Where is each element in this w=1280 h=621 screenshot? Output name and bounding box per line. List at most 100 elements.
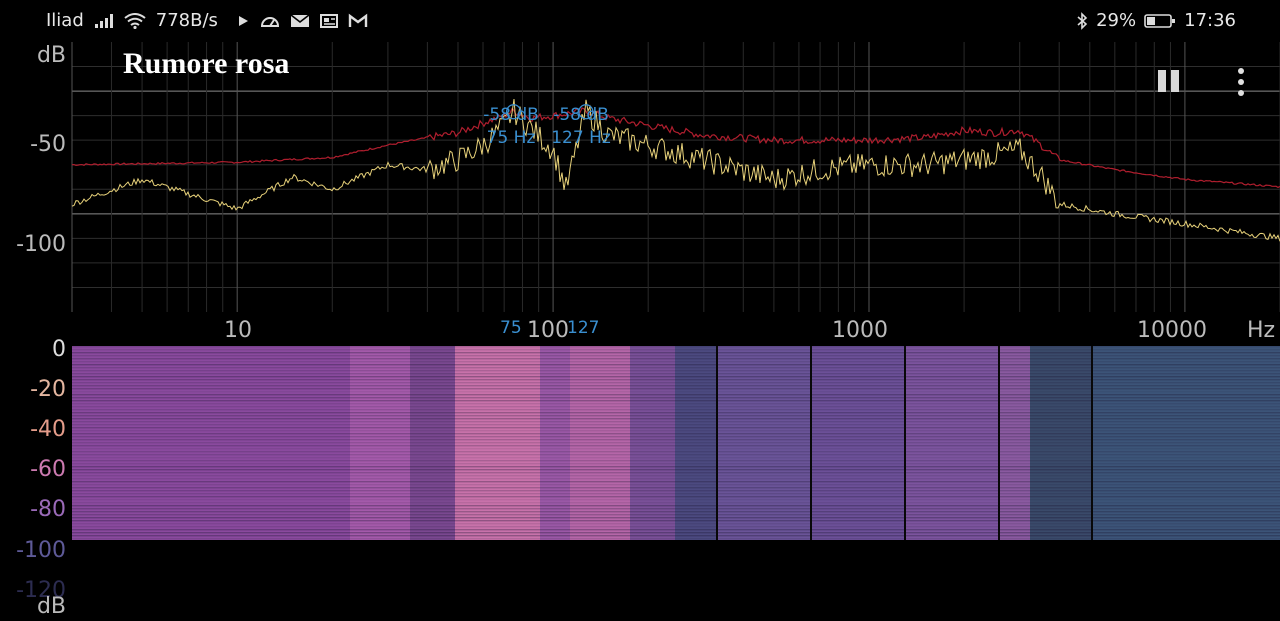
spectrogram-streak	[72, 535, 1280, 537]
signal-icon	[94, 13, 113, 28]
peak-label-2: -58 dB 127 Hz	[546, 104, 616, 150]
carrier-name: Iliad	[46, 10, 84, 31]
spectrogram-scale-label: -100	[16, 538, 66, 563]
spectrogram-gap	[810, 346, 812, 540]
wifi-icon	[124, 12, 146, 29]
spectrogram-streak	[72, 499, 1280, 501]
peak-freq: 127 Hz	[551, 128, 611, 148]
spectrogram-streak	[72, 400, 1280, 402]
spectrogram-streak	[72, 505, 1280, 507]
spectrogram-streak	[72, 475, 1280, 477]
spectrogram-streak	[72, 373, 1280, 375]
spectrogram-streak	[72, 523, 1280, 525]
spectrogram-streak	[72, 532, 1280, 534]
spectrogram-streak	[72, 481, 1280, 483]
spectrogram-streak	[72, 526, 1280, 528]
spectrogram-gap	[1091, 346, 1093, 540]
spectrogram-streak	[72, 424, 1280, 426]
spectrogram-streak	[72, 514, 1280, 516]
pause-button[interactable]	[1150, 62, 1186, 102]
spectrogram-streak	[72, 487, 1280, 489]
spectrogram-gap	[904, 346, 906, 540]
spectrogram-scale-label: -60	[30, 457, 66, 482]
pause-icon	[1171, 70, 1179, 92]
spectrum-analyzer[interactable]: dB -50 -100 10 100 1000 10000 Hz -58 dB …	[0, 40, 1280, 344]
spectrum-plot[interactable]	[0, 40, 1280, 344]
spectrogram-streak	[72, 418, 1280, 420]
spectrogram-streak	[72, 397, 1280, 399]
network-speed: 778B/s	[155, 10, 218, 31]
spectrogram-streak	[72, 370, 1280, 372]
spectrogram-streak	[72, 469, 1280, 471]
spectrogram-streak	[72, 403, 1280, 405]
peak-db: -58 dB	[553, 105, 609, 125]
spectrogram-streak	[72, 415, 1280, 417]
spectrogram-gap	[716, 346, 718, 540]
spectrogram-streak	[72, 433, 1280, 435]
spectrogram-streak	[72, 364, 1280, 366]
spectrogram-streak	[72, 439, 1280, 441]
spectrogram-streak	[72, 361, 1280, 363]
spectrogram-streak	[72, 463, 1280, 465]
spectrogram-streak	[72, 457, 1280, 459]
spectrogram-streak	[72, 466, 1280, 468]
more-vert-icon	[1238, 68, 1244, 74]
battery-percent: 29%	[1096, 10, 1137, 31]
y-axis-unit: dB	[36, 43, 66, 68]
spectrogram-streak	[72, 385, 1280, 387]
peak-freq: 75 Hz	[486, 128, 536, 148]
peak-label-1: -58 dB 75 Hz	[476, 104, 546, 150]
spectrogram-streak	[72, 484, 1280, 486]
spectrogram-streak	[72, 454, 1280, 456]
spectrogram-streak	[72, 478, 1280, 480]
gmail-icon	[348, 13, 368, 27]
spectrogram-scale-label: 0	[52, 337, 66, 362]
spectrogram-streak	[72, 502, 1280, 504]
spectrogram-streak	[72, 352, 1280, 354]
spectrogram-streak	[72, 391, 1280, 393]
spectrogram-streak	[72, 412, 1280, 414]
battery-icon	[1144, 13, 1176, 28]
spectrogram-streak	[72, 346, 1280, 348]
spectrogram-streak	[72, 460, 1280, 462]
spectrogram-streak	[72, 538, 1280, 540]
y-tick-label: -50	[30, 132, 66, 157]
spectrogram-streak	[72, 421, 1280, 423]
peak-db: -58 dB	[483, 105, 539, 125]
spectrogram-streak	[72, 382, 1280, 384]
spectrogram-streak	[72, 349, 1280, 351]
spectrogram-streak	[72, 496, 1280, 498]
spectrogram-scale-unit: dB	[36, 594, 66, 619]
spectrogram-streak	[72, 367, 1280, 369]
spectrogram-gap	[998, 346, 1000, 540]
news-icon	[319, 13, 338, 28]
more-vert-icon	[1238, 90, 1244, 96]
more-vert-icon	[1238, 79, 1244, 85]
spectrogram-streak	[72, 376, 1280, 378]
mail-icon	[290, 13, 310, 27]
peak-marker-1: 75	[500, 318, 522, 338]
spectrogram-streak	[72, 520, 1280, 522]
clock: 17:36	[1184, 10, 1236, 31]
more-options-button[interactable]	[1226, 62, 1256, 102]
y-tick-label: -100	[16, 232, 66, 257]
peak-hold-trace	[71, 107, 1280, 189]
spectrogram-streak	[72, 511, 1280, 513]
spectrogram-scale-label: -40	[30, 417, 66, 442]
spectrogram-streak	[72, 379, 1280, 381]
spectrogram-scale-label: -80	[30, 497, 66, 522]
status-bar: Iliad 778B/s 29% 17:36	[0, 0, 1280, 40]
spectrogram-streak	[72, 430, 1280, 432]
spectrogram-streak	[72, 448, 1280, 450]
spectrogram-image	[72, 346, 1280, 540]
spectrogram-streak	[72, 436, 1280, 438]
spectrogram-streak	[72, 529, 1280, 531]
spectrogram-streak	[72, 406, 1280, 408]
speedometer-icon	[260, 16, 279, 27]
bluetooth-icon	[1077, 11, 1088, 30]
spectrogram-streak	[72, 445, 1280, 447]
spectrogram-streak	[72, 472, 1280, 474]
spectrogram[interactable]: 0 -20 -40 -60 -80 -100 -120 dB	[0, 337, 1280, 621]
pause-icon	[1158, 70, 1166, 92]
page-title: Rumore rosa	[123, 47, 290, 80]
